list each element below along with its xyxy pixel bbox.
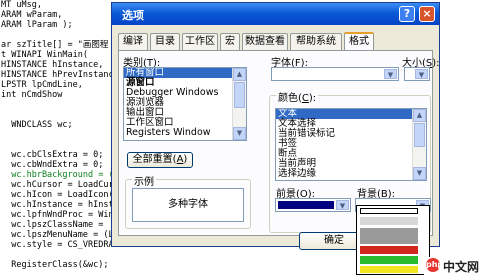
help-icon[interactable]: ? [399, 6, 415, 22]
scroll-down-icon[interactable]: ▼ [233, 127, 246, 140]
colors-label: 颜色(C): [276, 89, 319, 104]
reset-all-button[interactable]: 全部重置(A) [127, 152, 193, 168]
background-color-dropdown[interactable] [356, 205, 430, 275]
color-swatch-option[interactable] [360, 228, 418, 244]
color-swatch-option[interactable] [360, 246, 418, 254]
code-line: ARAM wParam, [1, 10, 63, 20]
site-logo: php 中文网 [424, 257, 500, 275]
code-line: wc.hIcon = LoadIcon( [1, 190, 114, 200]
category-list[interactable]: 所有窗口 源窗口 Debugger Windows 源浏览器 输出窗口 工作区窗口 Regi… [123, 67, 247, 141]
color-item[interactable]: 书签 [276, 139, 426, 149]
color-item[interactable]: 选择边缘 [276, 169, 426, 179]
color-swatch-option[interactable] [360, 266, 418, 273]
category-item[interactable]: Registers Window [124, 128, 246, 138]
color-swatch-option[interactable] [360, 208, 418, 214]
category-list-scrollbar[interactable]: ▲ ▼ [232, 68, 246, 140]
code-line: wc.style = CS_VREDRA [1, 240, 114, 250]
foreground-color-select[interactable]: ▼ [275, 198, 351, 212]
code-line: MT uMsg, [1, 0, 42, 10]
color-swatch-option[interactable] [360, 217, 418, 225]
foreground-swatch [278, 201, 334, 209]
tab-0[interactable]: 编译 [118, 33, 148, 50]
code-line: WNDCLASS wc; [1, 120, 73, 130]
code-line: wc.lpszClassName = [1, 220, 109, 230]
dialog-titlebar[interactable]: 选项 ? × [112, 3, 439, 25]
tab-2[interactable]: 工作区 [182, 33, 218, 50]
php-logo-icon: php [426, 258, 443, 272]
chevron-down-icon[interactable]: ▼ [384, 69, 397, 79]
font-select[interactable]: ▼ [271, 67, 399, 81]
colors-list-scrollbar[interactable]: ▲ ▼ [412, 109, 426, 180]
code-line: ar szTitle[] = "画图程 [1, 40, 109, 50]
code-line: wc.hInstance = hInst [1, 200, 114, 210]
chevron-down-icon[interactable]: ▼ [415, 69, 428, 79]
close-icon[interactable]: × [419, 6, 435, 22]
code-line: int nCmdShow [1, 90, 63, 100]
code-line: HINSTANCE hPrevInstanc [1, 70, 114, 80]
code-line: RegisterClass(&wc); [1, 260, 109, 270]
tab-3[interactable]: 宏 [220, 33, 240, 50]
sample-group: 示例 多种字体 [125, 173, 251, 229]
tab-5[interactable]: 帮助系统 [290, 33, 342, 50]
code-line: wc.hCursor = LoadCur [1, 180, 114, 190]
chevron-down-icon[interactable]: ▼ [336, 200, 349, 210]
code-line: HINSTANCE hInstance, [1, 60, 104, 70]
code-line: ARAM lParam ); [1, 20, 73, 30]
scroll-up-icon[interactable]: ▲ [413, 109, 426, 122]
dialog-title: 选项 [122, 9, 144, 22]
sample-label: 示例 [132, 173, 156, 188]
tab-4[interactable]: 数据查看 [242, 33, 288, 50]
code-line: wc.cbClsExtra = 0; [1, 150, 104, 160]
scroll-thumb[interactable] [414, 123, 425, 147]
code-line: wc.cbWndExtra = 0; [1, 160, 104, 170]
color-swatch-option[interactable] [360, 256, 418, 264]
tab-1[interactable]: 目录 [150, 33, 180, 50]
logo-text: 中文网 [443, 260, 480, 274]
scroll-thumb[interactable] [234, 82, 245, 108]
code-line: wc.lpfnWndProc = Win [1, 210, 114, 220]
code-editor[interactable]: MT uMsg, ARAM wParam, ARAM lParam ); ar szT… [0, 0, 120, 275]
size-value [405, 76, 407, 86]
color-item[interactable]: 当前错误标记 [276, 129, 426, 139]
font-value [272, 76, 274, 86]
scroll-down-icon[interactable]: ▼ [413, 167, 426, 180]
code-line: t WINAPI WinMain( [1, 50, 88, 60]
code-line: wc.lpszMenuName = (L [1, 230, 114, 240]
code-line: wc.hbrBackground = ( [1, 170, 114, 180]
colors-list[interactable]: 文本 文本选择 当前错误标记 书签 断点 当前声明 选择边缘 ▲ ▼ [275, 108, 427, 181]
tab-6[interactable]: 格式 [344, 32, 374, 51]
code-line: LPSTR lpCmdLine, [1, 80, 83, 90]
scroll-up-icon[interactable]: ▲ [233, 68, 246, 81]
sample-preview: 多种字体 [132, 188, 244, 222]
size-select[interactable]: ▼ [404, 67, 430, 81]
